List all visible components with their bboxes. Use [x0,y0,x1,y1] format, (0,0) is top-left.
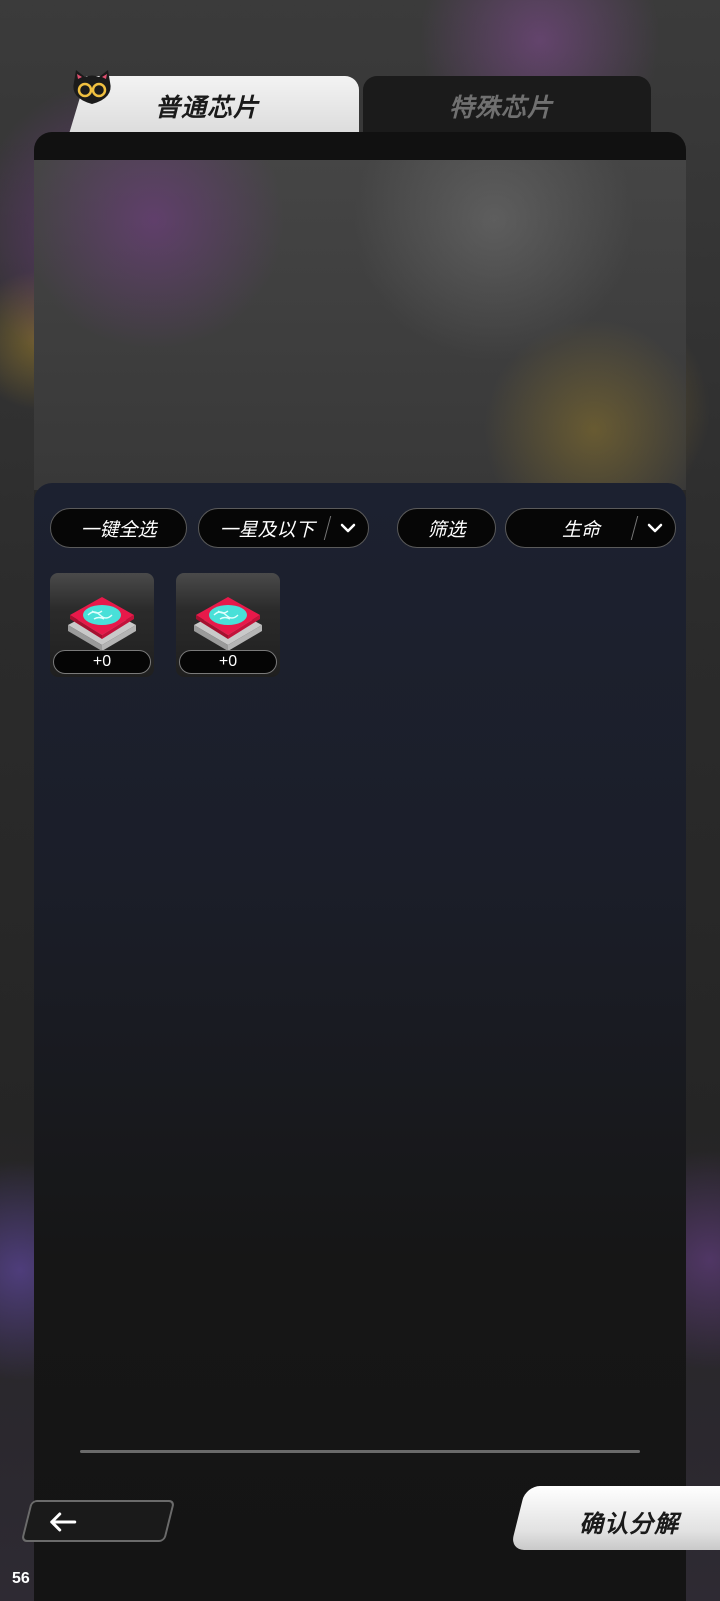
select-all-button[interactable]: 一键全选 [50,508,187,548]
confirm-decompose-button[interactable]: 确认分解 [510,1486,720,1550]
confirm-decompose-label: 确认分解 [579,1510,680,1538]
chip-card[interactable]: +0 [50,573,154,677]
stat-dropdown[interactable]: 生命 [505,508,676,548]
chip-icon [194,597,262,651]
rarity-dropdown[interactable]: 一星及以下 [198,508,369,548]
back-button[interactable] [20,1500,176,1542]
list-bottom-divider [80,1450,640,1453]
chip-icon [68,597,136,651]
filter-button[interactable]: 筛选 [397,508,496,548]
chip-level-badge: +0 [53,650,151,674]
tab-normal-label: 普通芯片 [155,93,260,122]
tab-special-label: 特殊芯片 [449,93,554,122]
fps-counter: 56 [12,1570,30,1587]
filter-label: 筛选 [427,518,466,541]
arrow-left-icon [50,1512,77,1532]
rarity-label: 一星及以下 [219,518,315,541]
stat-label: 生命 [561,518,600,541]
panel-top-bar [34,132,686,160]
chip-level-badge: +0 [179,650,277,674]
chip-preview-area [34,160,686,490]
chevron-down-icon [635,523,675,533]
cat-mascot-icon [70,68,114,108]
main-panel [34,132,686,1601]
chevron-down-icon [328,523,368,533]
chip-card[interactable]: +0 [176,573,280,677]
select-all-label: 一键全选 [80,518,157,541]
tab-special-chips[interactable]: 特殊芯片 [363,76,651,134]
